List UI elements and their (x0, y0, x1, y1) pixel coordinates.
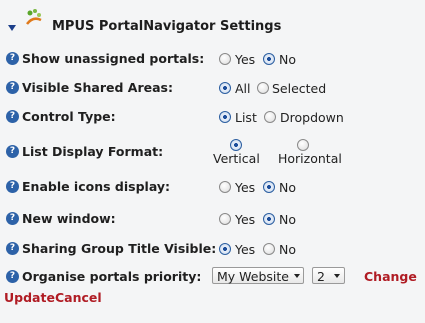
collapse-arrow-icon[interactable] (8, 25, 16, 31)
mpus-logo-icon (25, 8, 43, 25)
radio-unassigned-yes[interactable] (219, 53, 231, 65)
radio-icons-no[interactable] (263, 181, 275, 193)
portal-select-value: My Website (217, 269, 289, 284)
setting-label-unassigned: Show unassigned portals: (22, 51, 205, 66)
option-label: No (279, 52, 296, 67)
option-label: Selected (272, 81, 327, 96)
chevron-down-icon (294, 274, 300, 278)
help-icon[interactable]: ? (6, 180, 19, 193)
option-label: Vertical (213, 151, 260, 166)
setting-label-group-title: Sharing Group Title Visible: (22, 241, 217, 256)
update-link[interactable]: Update (4, 290, 55, 305)
option-label: Dropdown (280, 110, 344, 125)
setting-label-control-type: Control Type: (22, 109, 116, 124)
option-label: List (235, 110, 257, 125)
help-icon[interactable]: ? (6, 52, 19, 65)
help-icon[interactable]: ? (6, 270, 19, 283)
option-label: Horizontal (278, 151, 342, 166)
rank-select[interactable]: 2 (312, 267, 345, 284)
help-icon[interactable]: ? (6, 81, 19, 94)
setting-label-priority: Organise portals priority: (22, 269, 202, 284)
radio-shared-selected[interactable] (257, 82, 269, 94)
radio-control-list[interactable] (219, 111, 231, 123)
help-icon[interactable]: ? (6, 242, 19, 255)
setting-label-shared-areas: Visible Shared Areas: (22, 80, 173, 95)
option-label: No (279, 180, 296, 195)
setting-label-new-window: New window: (22, 211, 116, 226)
help-icon[interactable]: ? (6, 110, 19, 123)
cancel-link[interactable]: Cancel (55, 290, 102, 305)
setting-label-icons-display: Enable icons display: (22, 179, 171, 194)
chevron-down-icon (334, 274, 340, 278)
option-label: No (279, 242, 296, 257)
option-label: Yes (235, 180, 256, 195)
help-icon[interactable]: ? (6, 212, 19, 225)
radio-new-window-no[interactable] (263, 213, 275, 225)
rank-select-value: 2 (317, 269, 325, 284)
help-icon[interactable]: ? (6, 145, 19, 158)
change-link[interactable]: Change (364, 269, 417, 284)
radio-unassigned-no[interactable] (263, 53, 275, 65)
radio-icons-yes[interactable] (219, 181, 231, 193)
page-title: MPUS PortalNavigator Settings (52, 19, 282, 34)
radio-shared-all[interactable] (219, 82, 231, 94)
option-label: Yes (235, 212, 256, 227)
radio-format-horizontal[interactable] (297, 139, 309, 151)
radio-control-dropdown[interactable] (264, 111, 276, 123)
radio-new-window-yes[interactable] (219, 213, 231, 225)
radio-group-title-no[interactable] (263, 243, 275, 255)
radio-group-title-yes[interactable] (219, 243, 231, 255)
portal-select[interactable]: My Website (212, 267, 304, 284)
option-label: No (279, 212, 296, 227)
option-label: Yes (235, 242, 256, 257)
option-label: All (235, 81, 251, 96)
option-label: Yes (235, 52, 256, 67)
radio-format-vertical[interactable] (230, 139, 242, 151)
setting-label-display-format: List Display Format: (22, 144, 164, 159)
